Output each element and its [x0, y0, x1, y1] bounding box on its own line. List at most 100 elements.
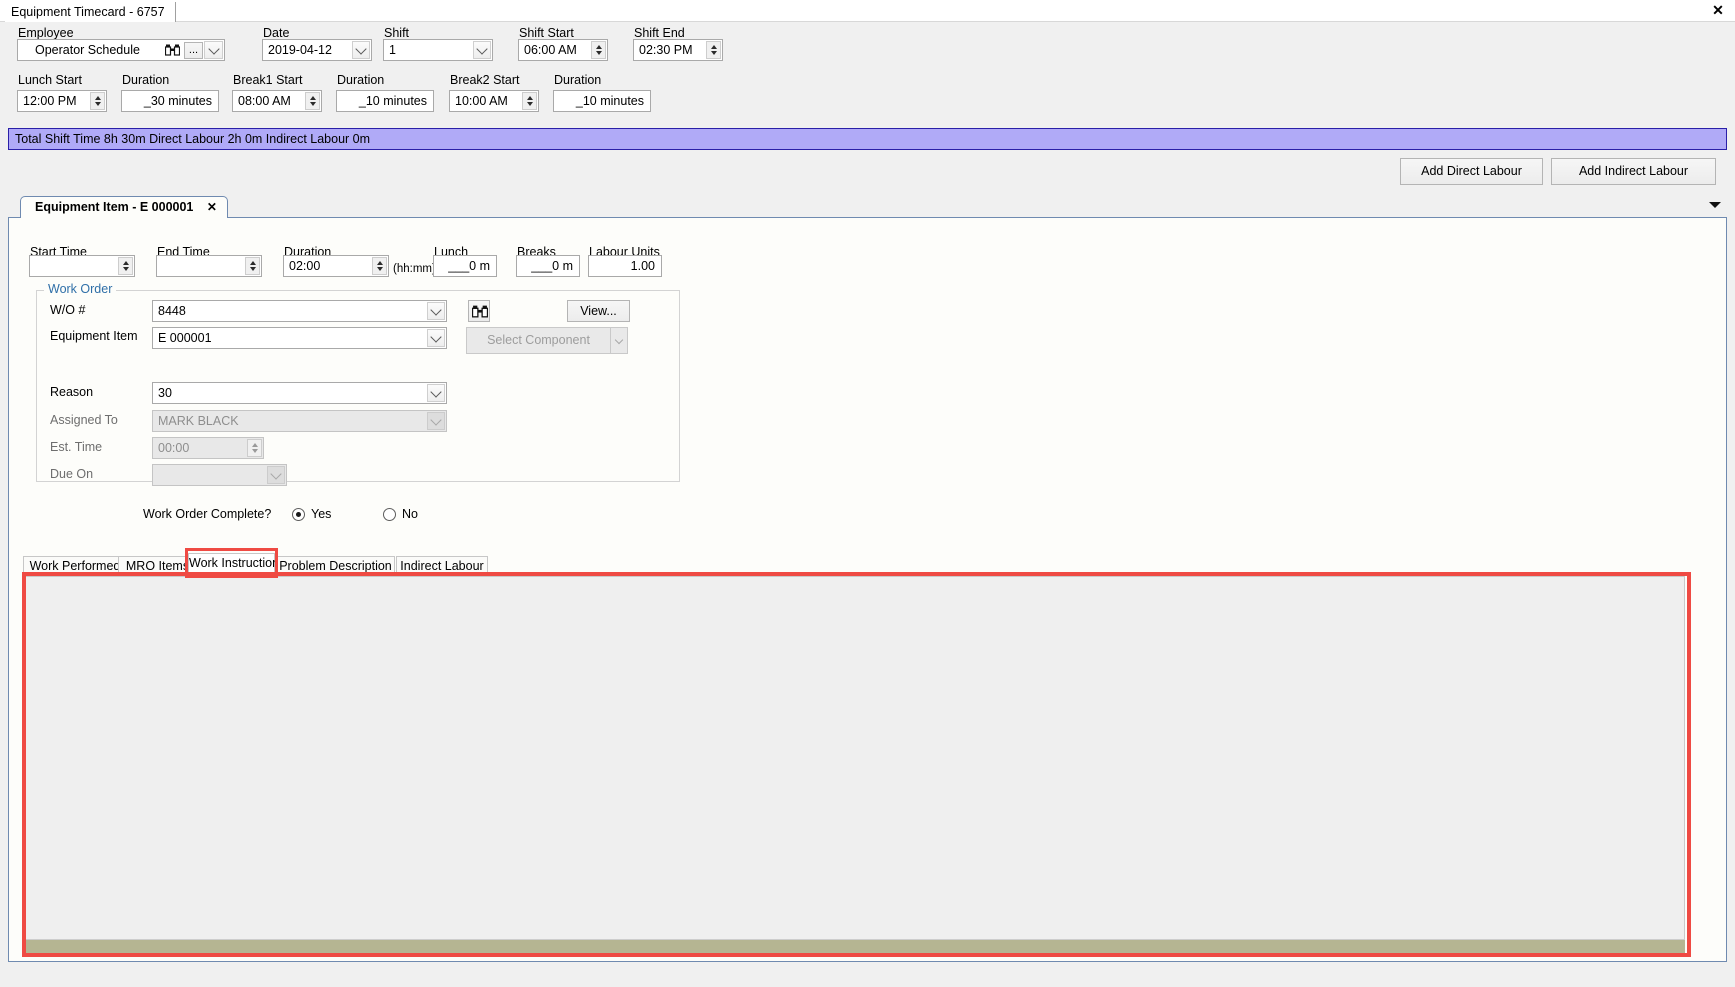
- reason-dropdown-button[interactable]: [427, 384, 445, 402]
- employee-field[interactable]: Operator Schedule ...: [17, 39, 225, 61]
- shift-start-label: Shift Start: [519, 26, 574, 40]
- reason-label: Reason: [50, 385, 94, 399]
- tab-work-instructions[interactable]: Work Instructions: [188, 553, 285, 577]
- work-order-complete-no-label: No: [402, 507, 418, 521]
- shift-start-stepper[interactable]: [591, 41, 606, 59]
- shift-dropdown-button[interactable]: [473, 41, 491, 59]
- break2-start-stepper[interactable]: [522, 92, 537, 110]
- work-order-legend: Work Order: [44, 282, 117, 296]
- select-component-dropdown-button: [610, 327, 628, 354]
- wo-number-label: W/O #: [50, 303, 86, 317]
- work-order-complete-label: Work Order Complete?: [143, 507, 272, 521]
- break2-duration-value: _10 minutes: [575, 94, 644, 108]
- duration-field[interactable]: 02:00: [283, 255, 389, 277]
- break2-start-value: 10:00 AM: [455, 94, 508, 108]
- break2-start-label: Break2 Start: [450, 73, 520, 87]
- wo-number-field[interactable]: 8448: [152, 300, 447, 322]
- lunch-minutes-value: ___0 m: [448, 259, 490, 273]
- equipment-item-value: E 000001: [158, 331, 212, 345]
- date-value: 2019-04-12: [268, 43, 332, 57]
- employee-label: Employee: [18, 26, 74, 40]
- tab-mro-items[interactable]: MRO Items: [118, 556, 197, 577]
- est-time-field: 00:00: [152, 437, 264, 459]
- binoculars-glyph: [165, 44, 180, 56]
- due-on-field: [152, 464, 287, 486]
- shift-end-stepper[interactable]: [706, 41, 721, 59]
- tab-problem-description[interactable]: Problem Description: [276, 556, 395, 577]
- break1-duration-value: _10 minutes: [358, 94, 427, 108]
- wo-number-dropdown-button[interactable]: [427, 302, 445, 320]
- break2-duration-label: Duration: [554, 73, 602, 87]
- end-time-stepper[interactable]: [245, 257, 260, 275]
- lunch-duration-label: Duration: [122, 73, 170, 87]
- shift-start-value: 06:00 AM: [524, 43, 577, 57]
- end-time-field[interactable]: [156, 255, 262, 277]
- work-instructions-panel: [24, 576, 1685, 948]
- break1-duration-field[interactable]: _10 minutes: [336, 90, 434, 112]
- est-time-label: Est. Time: [50, 440, 103, 454]
- lunch-start-field[interactable]: 12:00 PM: [17, 90, 107, 112]
- break2-start-field[interactable]: 10:00 AM: [449, 90, 539, 112]
- close-icon[interactable]: ✕: [1709, 1, 1727, 19]
- equipment-item-field[interactable]: E 000001: [152, 327, 447, 349]
- shift-end-field[interactable]: 02:30 PM: [633, 39, 723, 61]
- break1-duration-label: Duration: [337, 73, 385, 87]
- labour-units-value: 1.00: [630, 259, 655, 273]
- break1-start-stepper[interactable]: [305, 92, 320, 110]
- document-tab-equipment-item[interactable]: Equipment Item - E 000001 ✕: [20, 196, 228, 218]
- shift-field[interactable]: 1: [383, 39, 493, 61]
- lunch-start-value: 12:00 PM: [23, 94, 77, 108]
- start-time-field[interactable]: [29, 255, 135, 277]
- wo-search-icon[interactable]: [468, 300, 490, 322]
- shift-start-field[interactable]: 06:00 AM: [518, 39, 608, 61]
- document-tab-close-icon[interactable]: ✕: [207, 197, 217, 218]
- est-time-stepper: [247, 439, 262, 457]
- binoculars-glyph: [472, 305, 488, 318]
- date-label: Date: [263, 26, 290, 40]
- work-instructions-horizontal-scrollbar[interactable]: [24, 939, 1685, 953]
- duration-value: 02:00: [289, 259, 321, 273]
- reason-field[interactable]: 30: [152, 382, 447, 404]
- document-tab-strip: Equipment Item - E 000001 ✕: [8, 196, 1727, 218]
- tab-work-performed[interactable]: Work Performed: [23, 556, 127, 577]
- est-time-value: 00:00: [158, 441, 190, 455]
- lunch-duration-value: _30 minutes: [143, 94, 212, 108]
- window-tab[interactable]: Equipment Timecard - 6757: [5, 2, 176, 22]
- labour-units-field[interactable]: 1.00: [588, 255, 662, 277]
- break1-start-value: 08:00 AM: [238, 94, 291, 108]
- assigned-to-label: Assigned To: [50, 413, 118, 427]
- shift-end-label: Shift End: [634, 26, 685, 40]
- date-field[interactable]: 2019-04-12: [262, 39, 372, 61]
- lunch-minutes-field[interactable]: ___0 m: [433, 255, 497, 277]
- tab-indirect-labour[interactable]: Indirect Labour: [396, 556, 488, 577]
- due-on-label: Due On: [50, 467, 94, 481]
- equipment-timecard-window: Equipment Timecard - 6757 ✕ Employee Ope…: [0, 0, 1735, 987]
- lunch-start-stepper[interactable]: [90, 92, 105, 110]
- break1-start-label: Break1 Start: [233, 73, 303, 87]
- shift-end-value: 02:30 PM: [639, 43, 693, 57]
- shift-label: Shift: [384, 26, 410, 40]
- work-order-complete-no-radio[interactable]: [383, 508, 396, 521]
- lunch-duration-field[interactable]: _30 minutes: [121, 90, 219, 112]
- duration-hint: (hh:mm): [393, 263, 436, 275]
- document-tab-label: Equipment Item - E 000001: [35, 200, 194, 214]
- tab-overflow-chevron-down-icon[interactable]: [1709, 202, 1721, 208]
- date-dropdown-button[interactable]: [352, 41, 370, 59]
- employee-ellipsis-button[interactable]: ...: [184, 42, 203, 59]
- break1-start-field[interactable]: 08:00 AM: [232, 90, 322, 112]
- start-time-stepper[interactable]: [118, 257, 133, 275]
- shift-value: 1: [389, 43, 396, 57]
- employee-search-icon[interactable]: [162, 40, 182, 60]
- duration-stepper[interactable]: [372, 257, 387, 275]
- add-indirect-labour-button[interactable]: Add Indirect Labour: [1551, 158, 1716, 185]
- wo-number-value: 8448: [158, 304, 186, 318]
- equipment-item-dropdown-button[interactable]: [427, 329, 445, 347]
- add-direct-labour-button[interactable]: Add Direct Labour: [1400, 158, 1543, 185]
- break2-duration-field[interactable]: _10 minutes: [553, 90, 651, 112]
- work-order-complete-yes-radio[interactable]: [292, 508, 305, 521]
- view-button[interactable]: View...: [567, 300, 630, 322]
- employee-dropdown-button[interactable]: [204, 41, 223, 59]
- due-on-dropdown-button: [267, 466, 285, 484]
- breaks-minutes-field[interactable]: ___0 m: [516, 255, 580, 277]
- assigned-to-field: MARK BLACK: [152, 410, 447, 432]
